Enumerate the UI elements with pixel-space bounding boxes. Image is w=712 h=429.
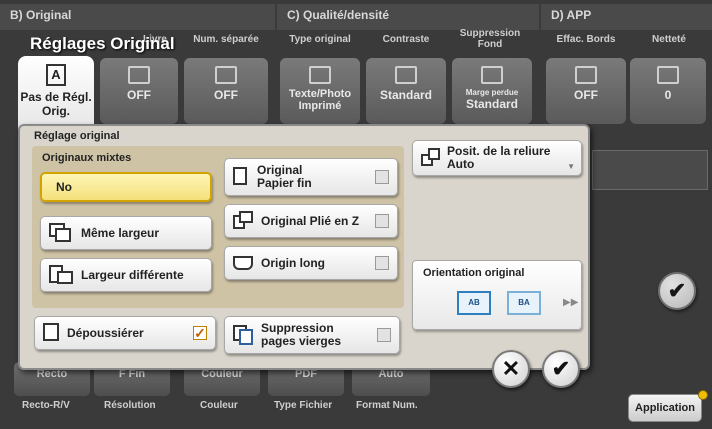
nettete-button-label: 0 — [664, 88, 672, 102]
blank-page-icon — [233, 325, 255, 345]
background-ok-button[interactable]: ✔ — [658, 272, 696, 310]
contraste-button[interactable]: Standard — [366, 58, 446, 124]
col-header-effac-bords: Effac. Bords — [556, 34, 616, 45]
section-quality-label: C) Qualité/densité — [287, 8, 390, 22]
long-original-option[interactable]: Origin long — [224, 246, 398, 280]
contrast-icon — [395, 66, 417, 84]
bottom-label-resolution: Résolution — [104, 400, 156, 411]
different-width-icon — [49, 265, 75, 285]
thin-paper-label-line1: Original — [257, 163, 303, 177]
suppression-label-line1: Suppression — [261, 321, 334, 335]
background-panel — [592, 150, 708, 190]
type-original-button[interactable]: Texte/Photo Imprimé — [280, 58, 360, 124]
livre-button-label: OFF — [127, 88, 151, 102]
bottom-label-format-num: Format Num. — [356, 400, 418, 411]
bottom-label-couleur: Couleur — [200, 400, 238, 411]
same-width-icon — [49, 223, 75, 243]
orientation-option-landscape[interactable]: BA — [507, 291, 541, 315]
nettete-button[interactable]: 0 — [630, 58, 706, 124]
background-removal-icon — [481, 66, 503, 84]
long-original-checkbox[interactable] — [375, 256, 389, 270]
bottom-label-type-fichier: Type Fichier — [274, 400, 333, 411]
livre-button[interactable]: OFF — [100, 58, 178, 124]
num-separee-button-label: OFF — [214, 88, 238, 102]
pas-de-regl-orig-label: Pas de Régl. Orig. — [20, 90, 92, 118]
z-folded-option[interactable]: Original Plié en Z — [224, 204, 398, 238]
application-button[interactable]: Application — [628, 394, 702, 422]
col-header-type-original: Type original — [289, 34, 351, 45]
col-header-num-separee: Num. séparée — [193, 34, 259, 45]
suppression-fond-button-label: Standard — [465, 97, 518, 111]
suppression-label-line2: pages vierges — [261, 334, 342, 348]
page-title: Réglages Original — [30, 34, 175, 53]
binding-position-text: Posit. de la reliure Auto — [447, 145, 550, 171]
z-folded-label: Original Plié en Z — [261, 213, 360, 228]
col-header-contraste: Contraste — [382, 34, 430, 45]
dialog-title: Réglage original — [34, 130, 120, 142]
next-arrow-icon[interactable]: ▶▶ — [563, 297, 578, 308]
thin-paper-checkbox[interactable] — [375, 170, 389, 184]
thin-paper-icon — [233, 167, 251, 187]
depoussierer-checkbox[interactable]: ✓ — [193, 326, 207, 340]
binding-position-label: Posit. de la reliure — [447, 144, 551, 158]
orientation-title: Orientation original — [423, 267, 525, 279]
section-header-app: D) APP — [541, 4, 712, 30]
ok-button[interactable]: ✔ — [542, 350, 580, 388]
suppression-fond-button[interactable]: Marge perdue Standard — [452, 58, 532, 124]
mixed-option-no[interactable]: No — [40, 172, 212, 202]
orientation-option-portrait[interactable]: AB — [457, 291, 491, 315]
thin-paper-label-line2: Papier fin — [257, 176, 312, 190]
long-original-label: Origin long — [261, 255, 325, 270]
section-original-label: B) Original — [10, 8, 72, 22]
original-orientation-panel: Orientation original AB BA ▶▶ — [412, 260, 582, 330]
type-original-button-label: Texte/Photo Imprimé — [288, 88, 352, 112]
mixed-option-different-width-label: Largeur différente — [81, 267, 184, 282]
mixed-option-no-label: No — [56, 179, 72, 194]
document-a-icon: A — [46, 64, 66, 86]
binding-position-icon — [421, 148, 441, 168]
z-folded-checkbox[interactable] — [375, 214, 389, 228]
bottom-label-recto-rv: Recto-R/V — [22, 400, 70, 411]
copier-screen: B) Original C) Qualité/densité D) APP Li… — [0, 0, 712, 429]
section-header-quality: C) Qualité/densité — [277, 4, 539, 30]
binding-position-select[interactable]: Posit. de la reliure Auto ▼ — [412, 140, 582, 176]
mixed-option-same-width-label: Même largeur — [81, 225, 160, 240]
frame-erase-icon — [575, 66, 597, 84]
sharpness-icon — [657, 66, 679, 84]
suppression-pages-vierges-option[interactable]: Suppression pages vierges — [224, 316, 400, 354]
text-photo-icon — [309, 66, 331, 84]
num-separee-button[interactable]: OFF — [184, 58, 268, 124]
contraste-button-label: Standard — [379, 88, 432, 102]
background-ok-icon: ✔ — [667, 278, 687, 303]
notification-dot — [698, 390, 708, 400]
depoussierer-label: Dépoussiérer — [67, 325, 144, 340]
checkmark-icon: ✔ — [551, 356, 571, 381]
thin-paper-label: Original Papier fin — [257, 164, 312, 190]
z-fold-icon — [233, 211, 255, 231]
effac-bords-button-label: OFF — [574, 88, 598, 102]
cancel-button[interactable]: ✕ — [492, 350, 530, 388]
suppression-pages-vierges-label: Suppression pages vierges — [261, 322, 341, 348]
col-header-nettete: Netteté — [652, 34, 686, 45]
chevron-down-icon: ▼ — [567, 162, 575, 171]
mixed-option-same-width[interactable]: Même largeur — [40, 216, 212, 250]
section-app-label: D) APP — [551, 8, 592, 22]
mixed-originals-title: Originaux mixtes — [42, 152, 132, 164]
suppression-pages-vierges-checkbox[interactable] — [377, 328, 391, 342]
section-header-original: B) Original — [0, 4, 275, 30]
long-original-icon — [233, 253, 255, 273]
mixed-option-different-width[interactable]: Largeur différente — [40, 258, 212, 292]
binding-position-value: Auto — [447, 157, 475, 171]
book-icon — [128, 66, 150, 84]
thin-paper-option[interactable]: Original Papier fin — [224, 158, 398, 196]
suppression-fond-sub-label: Marge perdue — [465, 88, 519, 97]
depoussierer-option[interactable]: Dépoussiérer ✓ — [34, 316, 216, 350]
original-settings-dialog: Réglage original Originaux mixtes No Mêm… — [18, 124, 590, 370]
col-header-suppression-fond: Suppression Fond — [459, 28, 521, 50]
pages-icon — [215, 66, 237, 84]
mixed-originals-group: Originaux mixtes No Même largeur Largeur… — [32, 146, 404, 308]
close-icon: ✕ — [501, 356, 521, 381]
effac-bords-button[interactable]: OFF — [546, 58, 626, 124]
document-a-small-icon — [43, 323, 61, 343]
